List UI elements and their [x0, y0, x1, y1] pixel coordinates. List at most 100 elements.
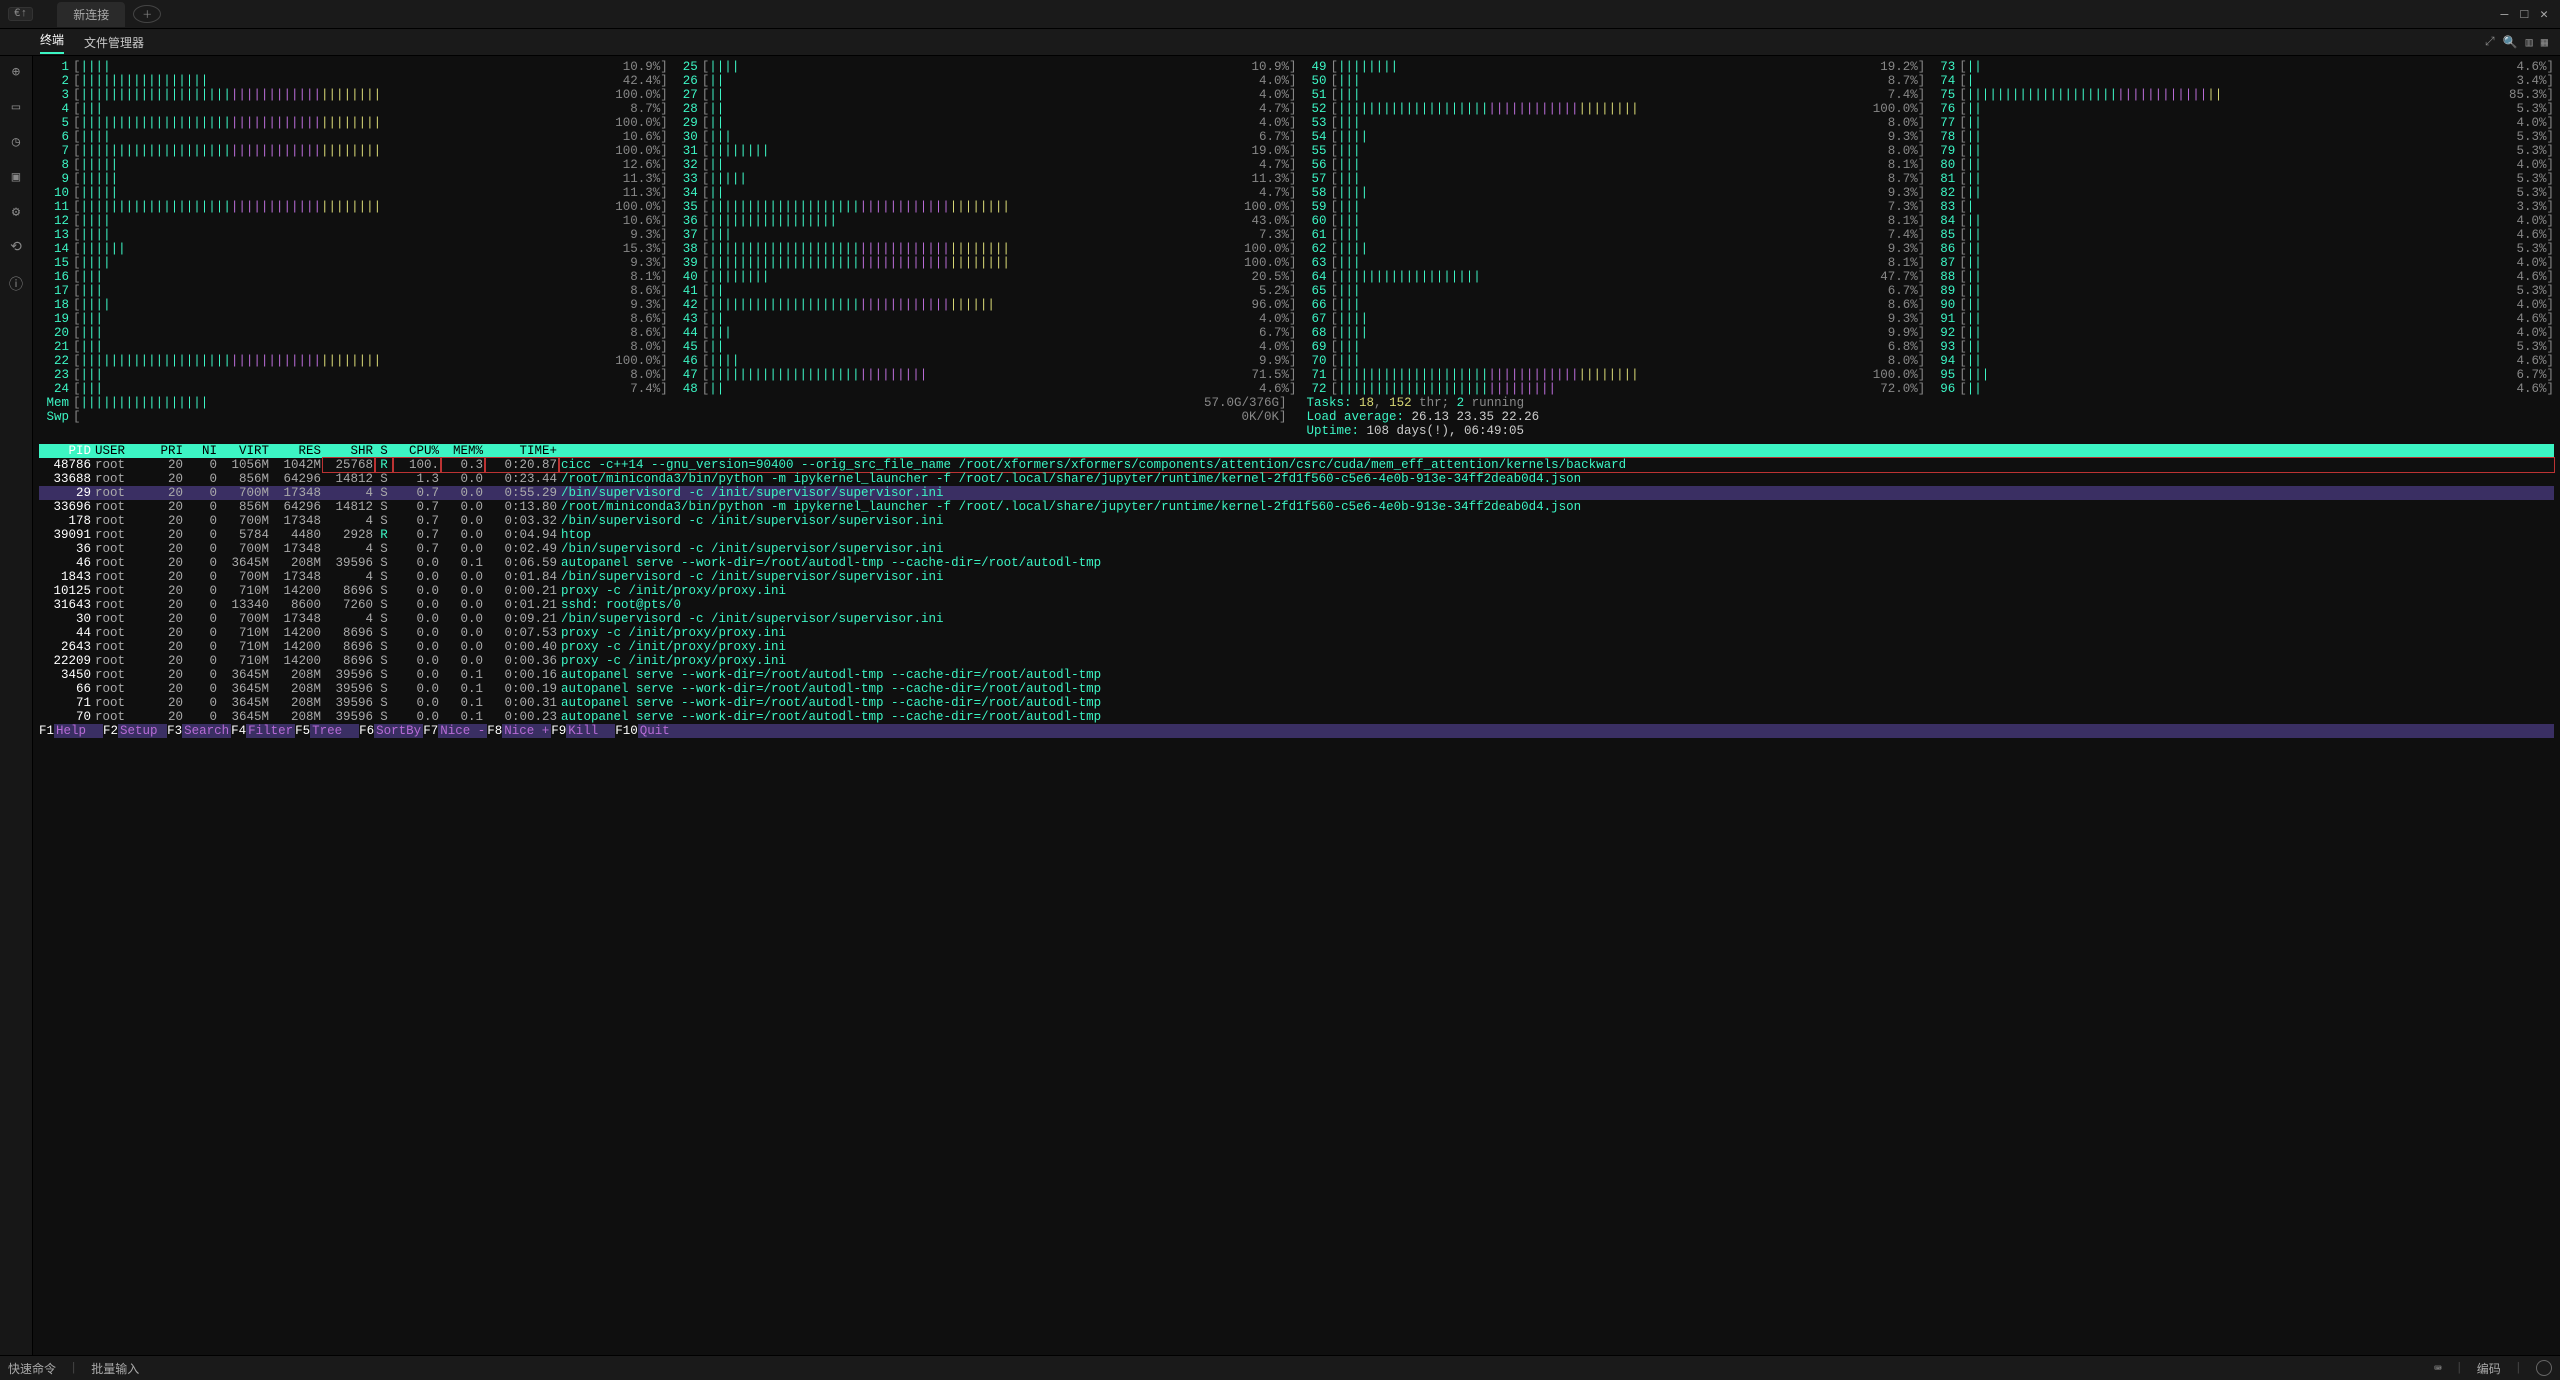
cpu-meter-10: 10[||||| 11.3%]	[39, 186, 668, 200]
cpu-meter-11: 11[|||||||||||||||||||||||||||||||||||||…	[39, 200, 668, 214]
fnkey-F9[interactable]: F9	[551, 724, 566, 738]
process-row[interactable]: 39091root200578444802928R0.70.00:04.94ht…	[39, 528, 2554, 542]
cpu-meter-55: 55[||| 8.0%]	[1297, 144, 1926, 158]
fnkey-F1[interactable]: F1	[39, 724, 54, 738]
cpu-meter-16: 16[||| 8.1%]	[39, 270, 668, 284]
cpu-meter-8: 8[||||| 12.6%]	[39, 158, 668, 172]
cpu-meter-88: 88[|| 4.6%]	[1925, 270, 2554, 284]
cpu-meter-9: 9[||||| 11.3%]	[39, 172, 668, 186]
encoding-label[interactable]: 编码	[2477, 1360, 2501, 1377]
titlebar: €↑ 新连接 ＋ — □ ✕	[0, 0, 2560, 29]
cpu-meter-87: 87[|| 4.0%]	[1925, 256, 2554, 270]
keyboard-icon[interactable]: ⌨	[2434, 1361, 2441, 1376]
notebook-icon[interactable]: ▭	[12, 99, 20, 116]
cpu-meter-51: 51[||| 7.4%]	[1297, 88, 1926, 102]
status-bar: 快速命令 | 批量输入 ⌨ | 编码 |	[0, 1355, 2560, 1380]
split-horizontal-icon[interactable]: ▥	[2526, 35, 2533, 50]
cpu-meter-56: 56[||| 8.1%]	[1297, 158, 1926, 172]
side-toolbar: ⊕ ▭ ◷ ▣ ⚙ ⟲ ⓘ	[0, 56, 33, 1355]
process-row[interactable]: 33696root200856M6429614812S0.70.00:13.80…	[39, 500, 2554, 514]
cpu-meter-82: 82[|| 5.3%]	[1925, 186, 2554, 200]
cpu-meter-15: 15[|||| 9.3%]	[39, 256, 668, 270]
cpu-meter-49: 49[|||||||| 19.2%]	[1297, 60, 1926, 74]
process-row[interactable]: 1843root200700M173484S0.00.00:01.84/bin/…	[39, 570, 2554, 584]
cpu-meter-3: 3[||||||||||||||||||||||||||||||||||||||…	[39, 88, 668, 102]
cpu-meter-1: 1[|||| 10.9%]	[39, 60, 668, 74]
split-grid-icon[interactable]: ▦	[2541, 35, 2548, 50]
fnkey-F3[interactable]: F3	[167, 724, 182, 738]
process-row[interactable]: 33688root200856M6429614812S1.30.00:23.44…	[39, 472, 2554, 486]
minimize-button[interactable]: —	[2501, 7, 2509, 22]
cpu-meter-27: 27[|| 4.0%]	[668, 88, 1297, 102]
cpu-meter-83: 83[| 3.3%]	[1925, 200, 2554, 214]
terminal-pane[interactable]: 1[|||| 10.9%]25[|||| 10.9%]49[|||||||| 1…	[33, 56, 2560, 1355]
cpu-meter-34: 34[|| 4.7%]	[668, 186, 1297, 200]
fnkey-F2[interactable]: F2	[103, 724, 118, 738]
batch-input[interactable]: 批量输入	[91, 1360, 139, 1377]
fullscreen-icon[interactable]: ⤢	[2485, 35, 2495, 50]
process-row[interactable]: 48786root2001056M1042M25768R100.0.30:20.…	[39, 458, 2554, 472]
info-icon[interactable]: ⓘ	[9, 274, 23, 294]
image-icon[interactable]: ▣	[12, 169, 20, 186]
add-connection-icon[interactable]: ⊕	[12, 64, 20, 81]
cpu-meter-20: 20[||| 8.6%]	[39, 326, 668, 340]
cpu-meter-79: 79[|| 5.3%]	[1925, 144, 2554, 158]
cpu-meter-89: 89[|| 5.3%]	[1925, 284, 2554, 298]
close-button[interactable]: ✕	[2540, 7, 2548, 22]
cpu-meter-60: 60[||| 8.1%]	[1297, 214, 1926, 228]
process-row[interactable]: 71root2003645M208M39596S0.00.10:00.31aut…	[39, 696, 2554, 710]
quick-command[interactable]: 快速命令	[8, 1360, 56, 1377]
cpu-meter-74: 74[| 3.4%]	[1925, 74, 2554, 88]
cpu-meter-25: 25[|||| 10.9%]	[668, 60, 1297, 74]
process-table-header[interactable]: PIDUSERPRINIVIRTRESSHRSCPU%MEM%TIME+Comm…	[39, 444, 2554, 458]
cpu-meter-37: 37[||| 7.3%]	[668, 228, 1297, 242]
fnkey-F6[interactable]: F6	[359, 724, 374, 738]
cpu-meter-53: 53[||| 8.0%]	[1297, 116, 1926, 130]
cpu-meter-84: 84[|| 4.0%]	[1925, 214, 2554, 228]
cpu-meter-91: 91[|| 4.6%]	[1925, 312, 2554, 326]
cpu-meter-81: 81[|| 5.3%]	[1925, 172, 2554, 186]
cpu-meter-44: 44[||| 6.7%]	[668, 326, 1297, 340]
history-icon[interactable]: ◷	[12, 134, 20, 151]
process-row[interactable]: 46root2003645M208M39596S0.00.10:06.59aut…	[39, 556, 2554, 570]
process-row[interactable]: 22209root200710M142008696S0.00.00:00.36p…	[39, 654, 2554, 668]
sync-icon[interactable]: ⟲	[10, 239, 22, 256]
fnkey-F5[interactable]: F5	[295, 724, 310, 738]
cpu-meter-31: 31[|||||||| 19.0%]	[668, 144, 1297, 158]
cpu-meter-76: 76[|| 5.3%]	[1925, 102, 2554, 116]
tab-file-manager[interactable]: 文件管理器	[84, 34, 144, 51]
process-row[interactable]: 30root200700M173484S0.00.00:09.21/bin/su…	[39, 612, 2554, 626]
cpu-meter-29: 29[|| 4.0%]	[668, 116, 1297, 130]
process-row[interactable]: 2643root200710M142008696S0.00.00:00.40pr…	[39, 640, 2554, 654]
fnkey-F10[interactable]: F10	[615, 724, 638, 738]
fnkey-F4[interactable]: F4	[231, 724, 246, 738]
cpu-meter-17: 17[||| 8.6%]	[39, 284, 668, 298]
cpu-meter-50: 50[||| 8.7%]	[1297, 74, 1926, 88]
connection-tab[interactable]: 新连接	[57, 2, 125, 27]
cpu-meter-45: 45[|| 4.0%]	[668, 340, 1297, 354]
cpu-meter-28: 28[|| 4.7%]	[668, 102, 1297, 116]
app-logo: €↑	[8, 7, 33, 21]
cpu-meter-19: 19[||| 8.6%]	[39, 312, 668, 326]
fnkey-F8[interactable]: F8	[487, 724, 502, 738]
process-row[interactable]: 36root200700M173484S0.70.00:02.49/bin/su…	[39, 542, 2554, 556]
maximize-button[interactable]: □	[2520, 7, 2528, 22]
subtab-bar: 终端 文件管理器 ⤢ 🔍 ▥ ▦	[0, 29, 2560, 56]
tab-terminal[interactable]: 终端	[40, 31, 64, 54]
search-icon[interactable]: 🔍	[2503, 35, 2518, 50]
process-row[interactable]: 10125root200710M142008696S0.00.00:00.21p…	[39, 584, 2554, 598]
fnkey-F7[interactable]: F7	[423, 724, 438, 738]
process-row[interactable]: 178root200700M173484S0.70.00:03.32/bin/s…	[39, 514, 2554, 528]
process-row[interactable]: 29root200700M173484S0.70.00:55.29/bin/su…	[39, 486, 2554, 500]
add-tab-button[interactable]: ＋	[133, 5, 161, 23]
cpu-meter-12: 12[|||| 10.6%]	[39, 214, 668, 228]
cpu-meter-21: 21[||| 8.0%]	[39, 340, 668, 354]
process-row[interactable]: 31643root2001334086007260S0.00.00:01.21s…	[39, 598, 2554, 612]
process-row[interactable]: 66root2003645M208M39596S0.00.10:00.19aut…	[39, 682, 2554, 696]
cpu-meter-26: 26[|| 4.0%]	[668, 74, 1297, 88]
cpu-meter-59: 59[||| 7.3%]	[1297, 200, 1926, 214]
process-row[interactable]: 70root2003645M208M39596S0.00.10:00.23aut…	[39, 710, 2554, 724]
settings-icon[interactable]: ⚙	[12, 204, 20, 221]
process-row[interactable]: 3450root2003645M208M39596S0.00.10:00.16a…	[39, 668, 2554, 682]
process-row[interactable]: 44root200710M142008696S0.00.00:07.53prox…	[39, 626, 2554, 640]
